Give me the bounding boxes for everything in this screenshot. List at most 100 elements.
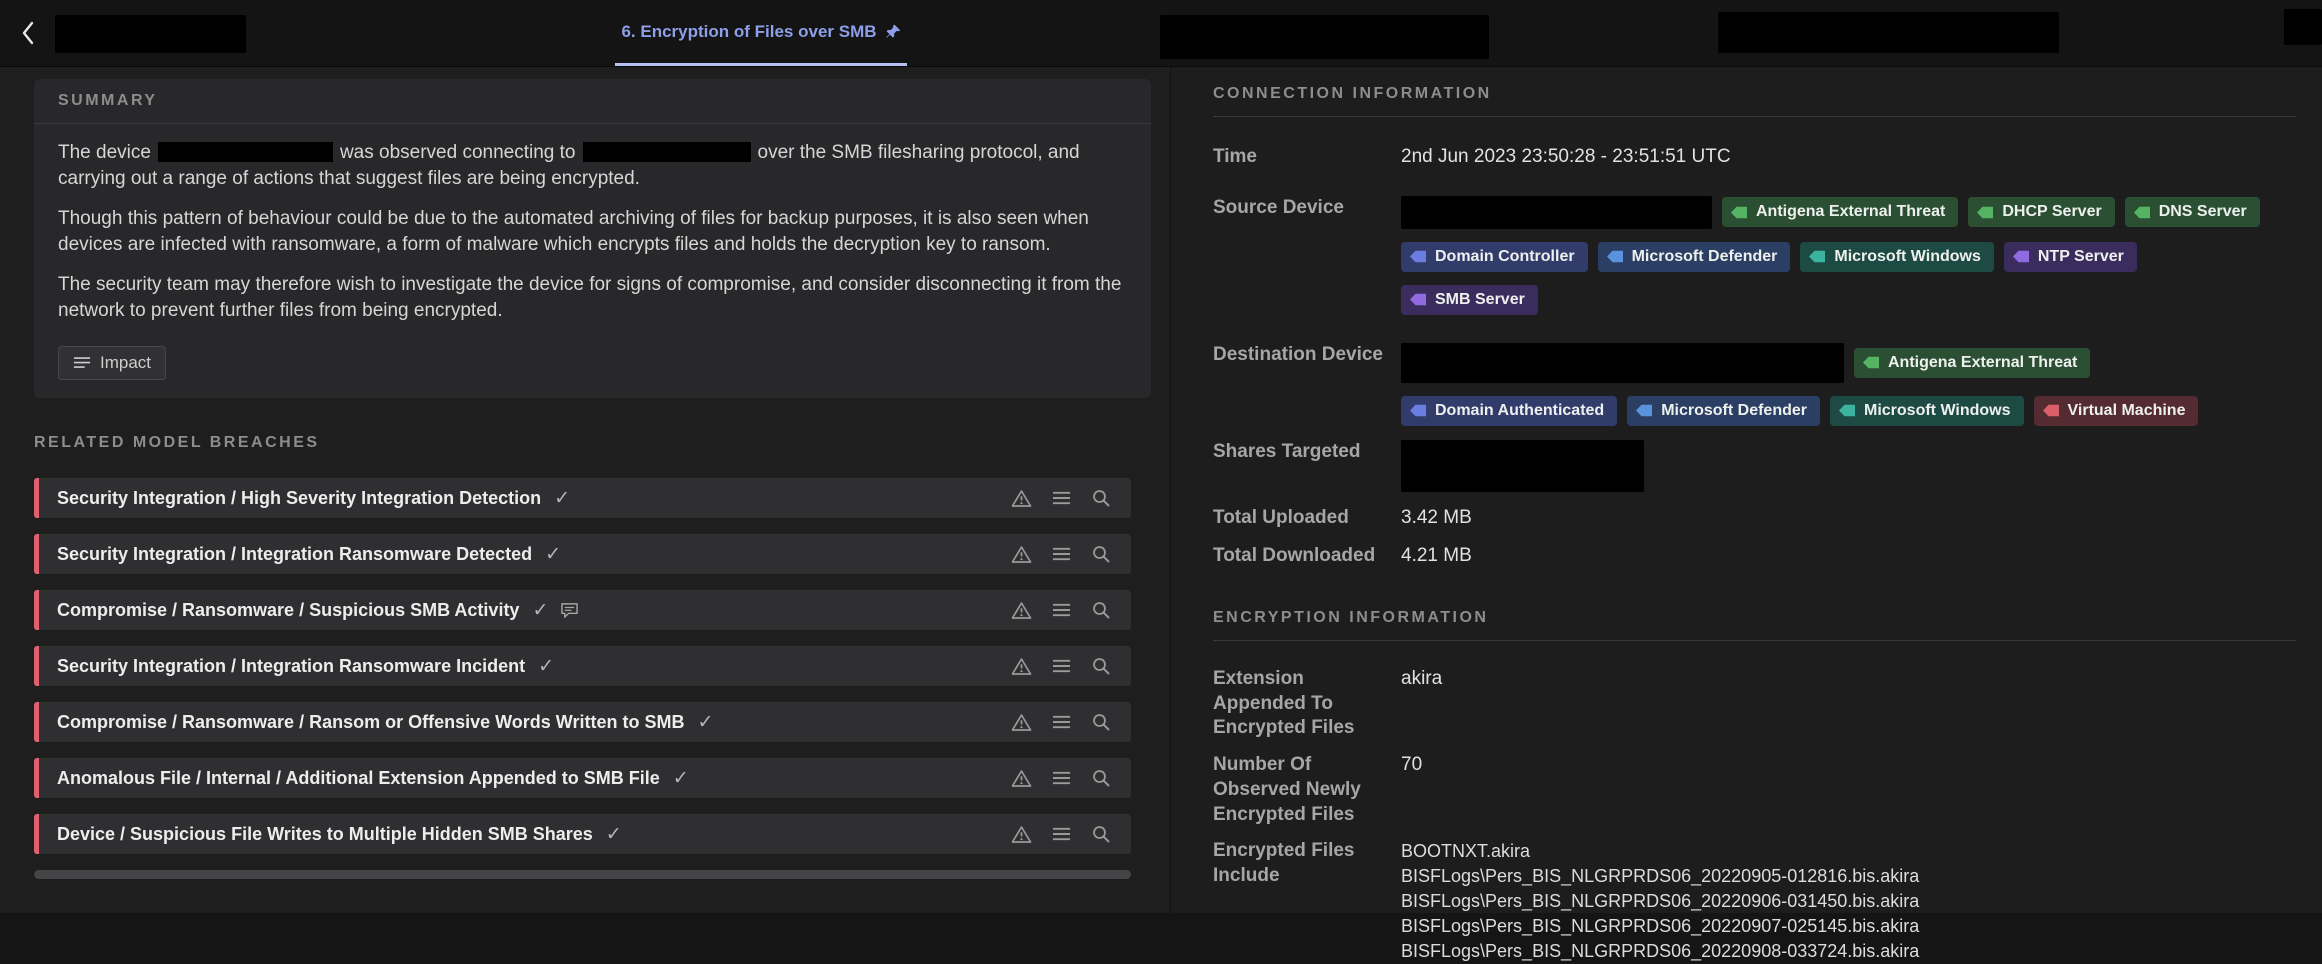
encrypted-file: BISFLogs\Pers_BIS_NLGRPRDS06_20220906-03… bbox=[1401, 891, 1920, 912]
breach-label: Compromise / Ransomware / Ransom or Offe… bbox=[57, 711, 685, 732]
tag-domain-authenticated[interactable]: Domain Authenticated bbox=[1401, 395, 1618, 426]
encrypted-file: BISFLogs\Pers_BIS_NLGRPRDS06_20220905-01… bbox=[1401, 866, 1920, 887]
extension-appended-value: akira bbox=[1401, 668, 1443, 690]
redacted-text bbox=[157, 142, 333, 162]
warning-icon[interactable] bbox=[1011, 657, 1032, 676]
comment-icon[interactable] bbox=[560, 602, 579, 619]
check-icon: ✓ bbox=[605, 823, 622, 845]
warning-icon[interactable] bbox=[1011, 601, 1032, 620]
back-button[interactable] bbox=[0, 0, 56, 66]
extension-appended-label: Extension Appended To Encrypted Files bbox=[1213, 668, 1355, 739]
warning-icon[interactable] bbox=[1011, 713, 1032, 732]
summary-body: The device was observed connecting to over… bbox=[34, 124, 1151, 398]
tag-smb-server[interactable]: SMB Server bbox=[1401, 284, 1538, 315]
search-icon[interactable] bbox=[1091, 600, 1111, 620]
model-breach-row[interactable]: Compromise / Ransomware / Suspicious SMB… bbox=[34, 590, 1131, 630]
destination-device-label: Destination Device bbox=[1213, 343, 1383, 365]
destination-device-value: Antigena External Threat Domain Authenti… bbox=[1401, 342, 2199, 426]
menu-icon[interactable] bbox=[1052, 826, 1071, 842]
total-uploaded-label: Total Uploaded bbox=[1213, 506, 1349, 528]
summary-text: was observed connecting to bbox=[339, 142, 576, 163]
tag-label: Antigena External Threat bbox=[1756, 203, 1946, 221]
search-icon[interactable] bbox=[1091, 544, 1111, 564]
search-icon[interactable] bbox=[1091, 768, 1111, 788]
search-icon[interactable] bbox=[1091, 712, 1111, 732]
menu-icon[interactable] bbox=[1052, 490, 1071, 506]
tag-icon bbox=[1606, 250, 1623, 263]
tag-label: DNS Server bbox=[2158, 203, 2247, 221]
warning-icon[interactable] bbox=[1011, 545, 1032, 564]
warning-icon[interactable] bbox=[1011, 769, 1032, 788]
tag-label: NTP Server bbox=[2037, 247, 2124, 265]
total-uploaded-value: 3.42 MB bbox=[1401, 506, 1472, 528]
tag-icon bbox=[1731, 206, 1747, 218]
tag-microsoft-windows[interactable]: Microsoft Windows bbox=[1830, 395, 2024, 426]
incident-summary-panel: SUMMARY The device was observed connectin… bbox=[0, 67, 1170, 913]
tag-microsoft-windows[interactable]: Microsoft Windows bbox=[1800, 241, 1994, 272]
extension-appended-row: Extension Appended To Encrypted Files ak… bbox=[1213, 667, 2296, 741]
warning-icon[interactable] bbox=[1011, 489, 1032, 508]
tag-icon bbox=[1636, 404, 1653, 417]
tag-antigena-external-threat[interactable]: Antigena External Threat bbox=[1854, 347, 2091, 378]
connection-information-title: CONNECTION INFORMATION bbox=[1213, 85, 2296, 117]
encrypted-file: BISFLogs\Pers_BIS_NLGRPRDS06_20220907-02… bbox=[1401, 916, 1920, 937]
search-icon[interactable] bbox=[1091, 656, 1111, 676]
redacted-text bbox=[1718, 12, 2059, 53]
tag-dhcp-server[interactable]: DHCP Server bbox=[1968, 197, 2115, 228]
encrypted-files-list: BOOTNXT.akira BISFLogs\Pers_BIS_NLGRPRDS… bbox=[1401, 839, 1919, 964]
tag-icon bbox=[2133, 206, 2150, 218]
breach-label: Compromise / Ransomware / Suspicious SMB… bbox=[57, 599, 520, 620]
horizontal-scrollbar[interactable] bbox=[34, 870, 1131, 879]
tag-icon bbox=[1410, 293, 1426, 306]
model-breach-row[interactable]: Security Integration / Integration Ranso… bbox=[34, 646, 1131, 686]
summary-title: SUMMARY bbox=[34, 79, 1151, 124]
tag-ntp-server[interactable]: NTP Server bbox=[2003, 241, 2137, 272]
impact-label: Impact bbox=[100, 353, 152, 372]
check-icon: ✓ bbox=[672, 767, 689, 789]
summary-paragraph-2: Though this pattern of behaviour could b… bbox=[58, 208, 1089, 255]
details-panel: CONNECTION INFORMATION Time 2nd Jun 2023… bbox=[1170, 67, 2322, 961]
model-breach-row[interactable]: Device / Suspicious File Writes to Multi… bbox=[34, 814, 1131, 854]
newly-encrypted-count-row: Number Of Observed Newly Encrypted Files… bbox=[1213, 753, 2296, 827]
tab-label: 6. Encryption of Files over SMB bbox=[621, 21, 877, 41]
related-model-breaches-title: RELATED MODEL BREACHES bbox=[34, 434, 320, 451]
tag-antigena-external-threat[interactable]: Antigena External Threat bbox=[1722, 197, 1959, 228]
tag-label: Antigena External Threat bbox=[1888, 353, 2078, 371]
tag-virtual-machine[interactable]: Virtual Machine bbox=[2033, 395, 2199, 426]
breach-label: Security Integration / High Severity Int… bbox=[57, 487, 542, 508]
model-breach-row[interactable]: Anomalous File / Internal / Additional E… bbox=[34, 758, 1131, 798]
impact-button[interactable]: Impact bbox=[58, 346, 167, 380]
redacted-device-name bbox=[1401, 342, 1844, 383]
tab-encryption-of-files-over-smb[interactable]: 6. Encryption of Files over SMB bbox=[615, 0, 907, 66]
warning-icon[interactable] bbox=[1011, 825, 1032, 844]
menu-icon[interactable] bbox=[1052, 658, 1071, 674]
menu-icon[interactable] bbox=[1052, 714, 1071, 730]
tag-dns-server[interactable]: DNS Server bbox=[2124, 197, 2260, 228]
main-content: SUMMARY The device was observed connectin… bbox=[0, 67, 2322, 961]
model-breach-row[interactable]: Security Integration / Integration Ranso… bbox=[34, 534, 1131, 574]
encrypted-file: BOOTNXT.akira bbox=[1401, 841, 1531, 862]
check-icon: ✓ bbox=[532, 599, 549, 621]
tag-microsoft-defender[interactable]: Microsoft Defender bbox=[1597, 241, 1791, 272]
tag-label: Microsoft Windows bbox=[1864, 401, 2011, 419]
search-icon[interactable] bbox=[1091, 488, 1111, 508]
total-downloaded-value: 4.21 MB bbox=[1401, 545, 1472, 567]
destination-device-row: Destination Device Antigena External Thr… bbox=[1213, 342, 2296, 426]
tag-label: Microsoft Defender bbox=[1661, 401, 1807, 419]
menu-icon[interactable] bbox=[1052, 602, 1071, 618]
check-icon: ✓ bbox=[554, 487, 571, 509]
tag-label: Domain Controller bbox=[1435, 247, 1575, 265]
pin-icon[interactable] bbox=[885, 24, 901, 39]
model-breach-row[interactable]: Security Integration / High Severity Int… bbox=[34, 478, 1131, 518]
tag-microsoft-defender[interactable]: Microsoft Defender bbox=[1627, 395, 1820, 426]
tag-icon bbox=[1809, 250, 1826, 263]
redacted-text bbox=[55, 15, 246, 53]
menu-icon[interactable] bbox=[1052, 546, 1071, 562]
menu-icon[interactable] bbox=[1052, 770, 1071, 786]
time-row: Time 2nd Jun 2023 23:50:28 - 23:51:51 UT… bbox=[1213, 145, 2296, 170]
tag-domain-controller[interactable]: Domain Controller bbox=[1401, 241, 1588, 272]
breach-label: Anomalous File / Internal / Additional E… bbox=[57, 767, 660, 788]
model-breach-row[interactable]: Compromise / Ransomware / Ransom or Offe… bbox=[34, 702, 1131, 742]
total-downloaded-row: Total Downloaded 4.21 MB bbox=[1213, 544, 2296, 569]
search-icon[interactable] bbox=[1091, 824, 1111, 844]
